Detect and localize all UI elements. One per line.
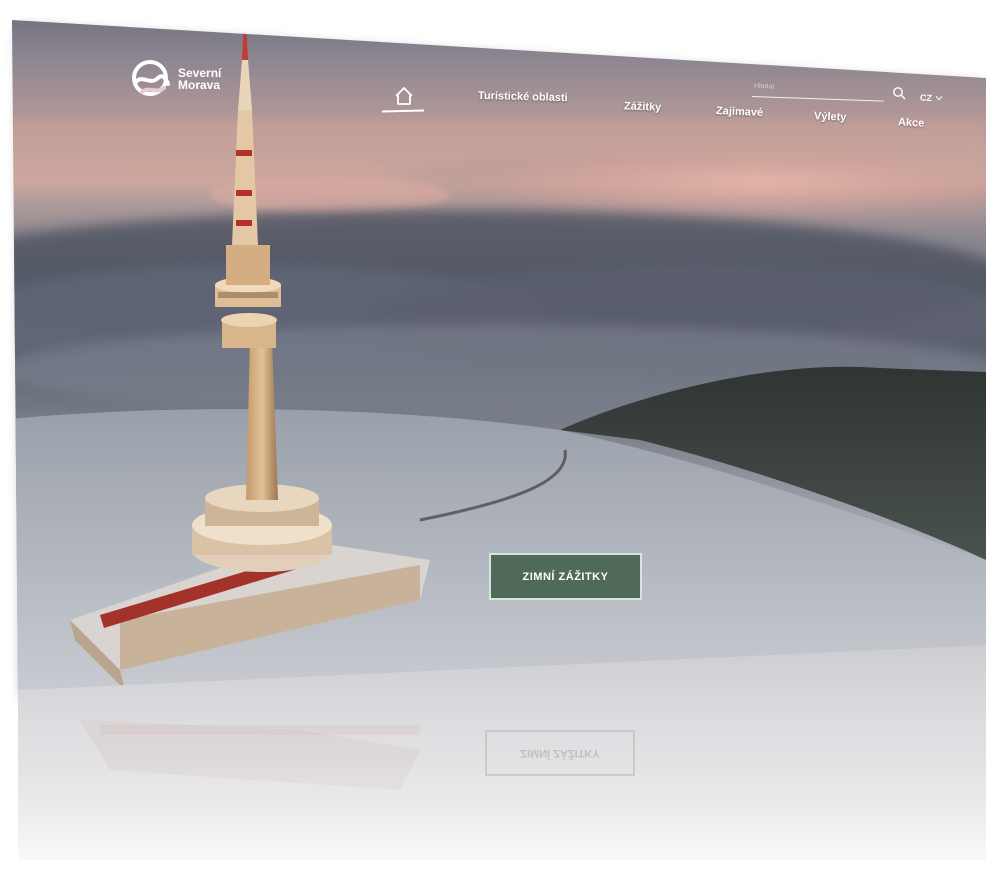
home-icon [395, 87, 413, 105]
nav-item-turisticke-oblasti[interactable]: Turistické oblasti [478, 90, 568, 104]
brand-name-line2: Morava [178, 78, 221, 92]
reflection-cta: ZIMNÍ ZÁŽITKY [485, 730, 635, 776]
nav-item-zajimave[interactable]: Zajímavé [716, 105, 764, 119]
logo-mark-icon [132, 60, 170, 96]
stage: Severní Morava Turistické oblasti Zážitk… [0, 0, 986, 880]
nav-item-zazitky[interactable]: Zážitky [624, 100, 662, 113]
chevron-down-icon [935, 95, 943, 101]
nav-item-akce[interactable]: Akce [898, 116, 925, 129]
language-selector[interactable]: CZ [920, 93, 943, 104]
language-label: CZ [919, 92, 933, 104]
hero-cta-button[interactable]: ZIMNÍ ZÁŽITKY [489, 553, 642, 600]
brand-name: Severní Morava [178, 67, 221, 91]
nav-item-vylety[interactable]: Výlety [814, 110, 847, 123]
brand-logo[interactable]: Severní Morava [128, 54, 228, 104]
search-icon[interactable] [892, 86, 906, 100]
